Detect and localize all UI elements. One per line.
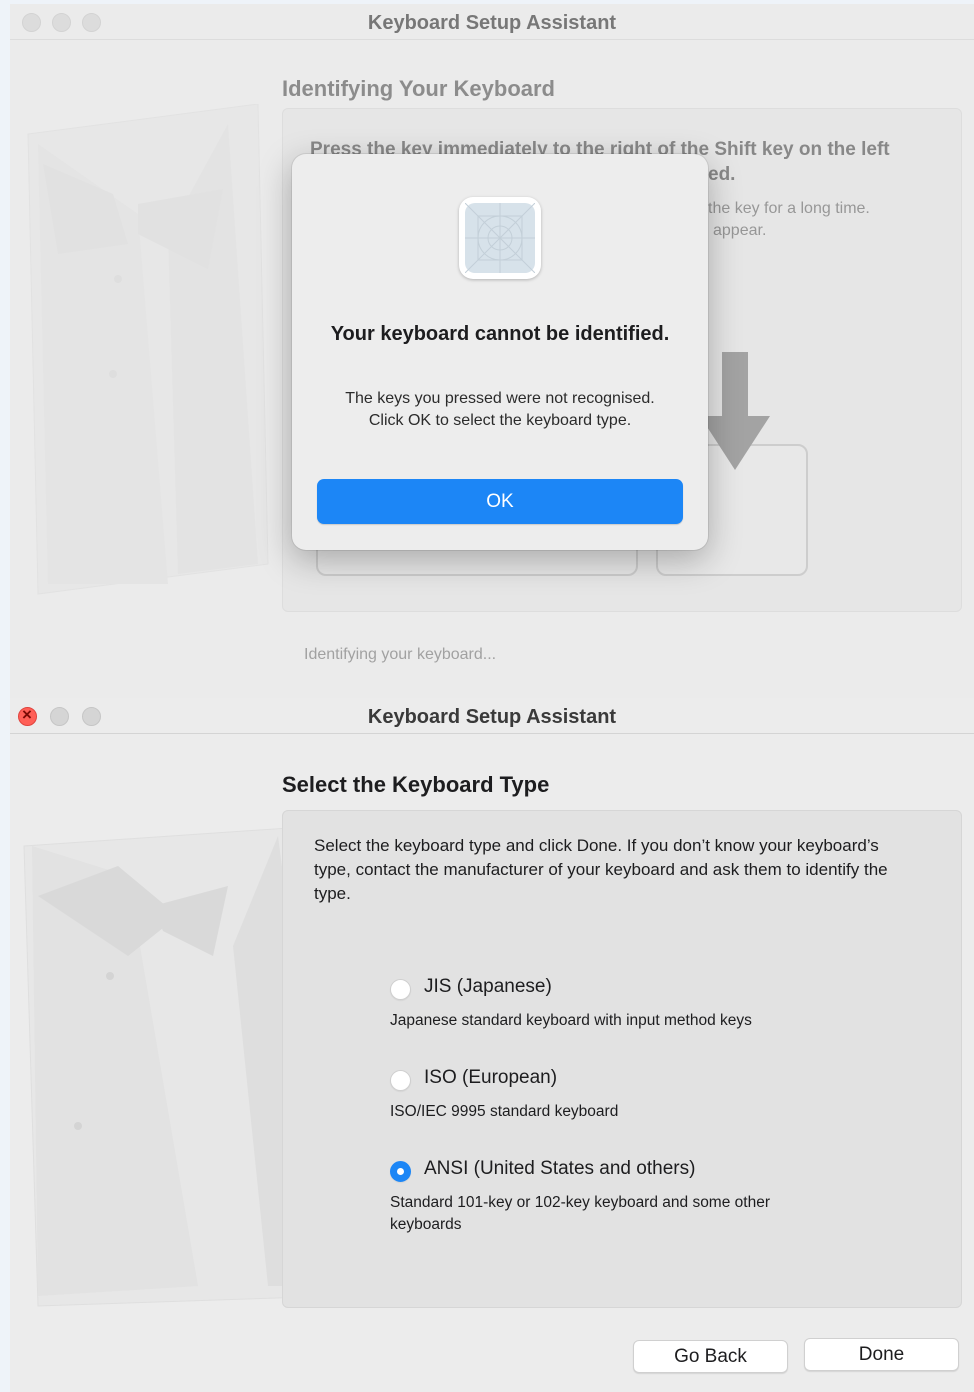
iso-description: ISO/IEC 9995 standard keyboard xyxy=(390,1103,619,1120)
alert-dialog: Your keyboard cannot be identified. The … xyxy=(292,154,708,550)
app-placeholder-icon xyxy=(459,197,541,279)
app-placeholder-icon-art xyxy=(464,202,536,274)
ansi-label[interactable]: ANSI (United States and others) xyxy=(424,1158,695,1180)
jis-description: Japanese standard keyboard with input me… xyxy=(390,1012,752,1029)
keyboard-setup-window-identifying: Keyboard Setup Assistant Identifying You… xyxy=(10,4,974,698)
jis-label[interactable]: JIS (Japanese) xyxy=(424,976,552,998)
dialog-message: The keys you pressed were not recognised… xyxy=(345,390,655,429)
done-button[interactable]: Done xyxy=(804,1338,959,1371)
ansi-description: Standard 101-key or 102-key keyboard and… xyxy=(390,1194,770,1233)
titlebar: Keyboard Setup Assistant xyxy=(10,698,974,734)
icon-grid-icon xyxy=(464,202,536,274)
instruction-text: Select the keyboard type and click Done.… xyxy=(314,836,888,903)
dialog-title: Your keyboard cannot be identified. xyxy=(330,323,670,345)
ok-button[interactable]: OK xyxy=(317,479,683,524)
go-back-button[interactable]: Go Back xyxy=(633,1340,788,1373)
keyboard-setup-window-select-type: Keyboard Setup Assistant Select the Keyb… xyxy=(10,698,974,1392)
iso-label[interactable]: ISO (European) xyxy=(424,1067,557,1089)
ansi-radio[interactable] xyxy=(390,1161,411,1182)
jis-radio[interactable] xyxy=(390,979,411,1000)
page-heading: Select the Keyboard Type xyxy=(282,772,550,797)
iso-radio[interactable] xyxy=(390,1070,411,1091)
window-title: Keyboard Setup Assistant xyxy=(367,706,617,728)
